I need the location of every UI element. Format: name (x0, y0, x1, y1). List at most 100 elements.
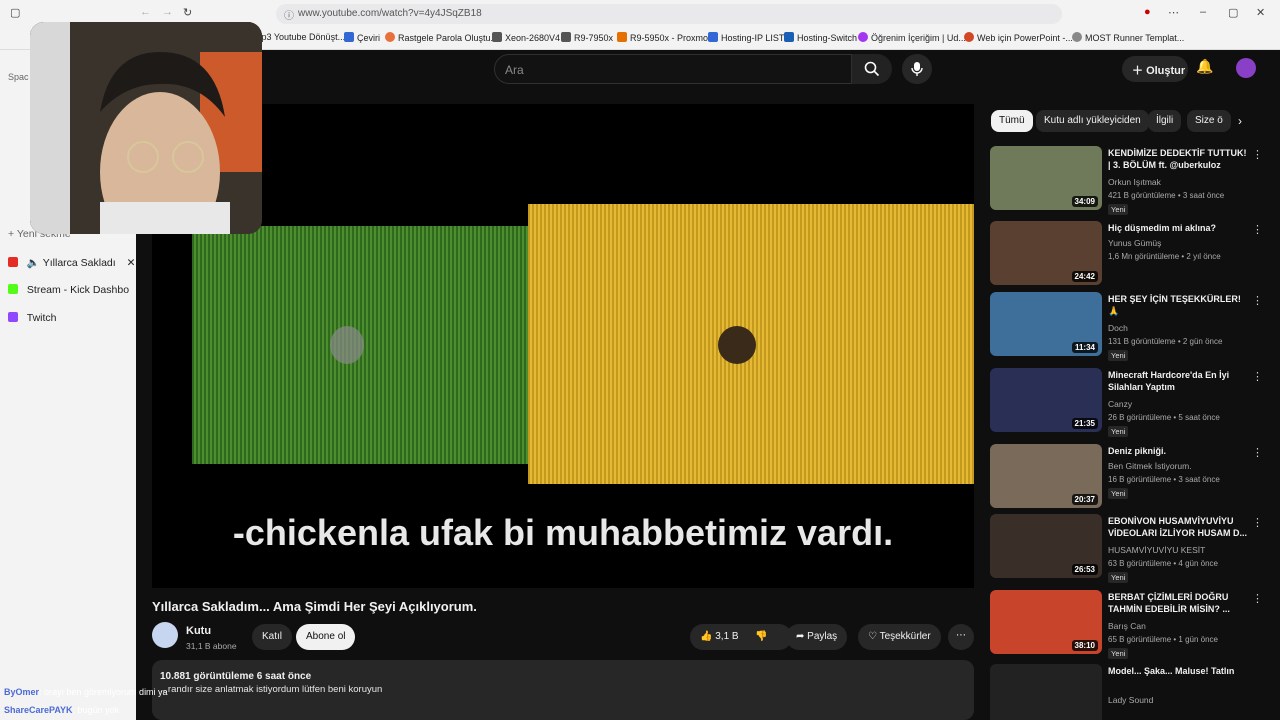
more-menu-icon[interactable]: ⋯ (1168, 6, 1179, 19)
video-frame-blob (718, 326, 756, 364)
new-badge: Yeni (1108, 648, 1129, 659)
join-button[interactable]: Katıl (252, 624, 293, 650)
new-badge: Yeni (1108, 488, 1129, 499)
thanks-button[interactable]: ♡ Teşekkürler (858, 624, 941, 650)
recommendation-item[interactable]: 34:09 KENDİMİZE DEDEKTİF TUTTUK! | 3. BÖ… (990, 146, 1263, 216)
channel-avatar[interactable] (152, 622, 178, 648)
recommendation-title: EBONİVON HUSAMVİYUVİYU VİDEOLARI İZLİYOR… (1108, 516, 1248, 538)
address-bar[interactable]: ⓘ www.youtube.com/watch?v=4y4JSqZB18 (276, 4, 1062, 24)
bookmark-item[interactable]: Öğrenim İçeriğim | Ud... (858, 32, 966, 43)
site-favicon-icon (1072, 32, 1082, 42)
recommendation-meta: 65 B görüntüleme • 1 gün önce (1108, 635, 1218, 644)
video-player[interactable]: -chickenla ufak bi muhabbetimiz vardı. (152, 104, 974, 588)
bookmark-item[interactable]: Web için PowerPoint -... (964, 32, 1073, 43)
recommendation-title: Hiç düşmedim mi aklına? (1108, 223, 1217, 233)
more-actions-button[interactable]: ⋯ (948, 624, 974, 650)
bookmark-item[interactable]: R9-7950x (561, 32, 613, 43)
chips-next-icon[interactable]: › (1238, 114, 1242, 128)
more-icon[interactable]: ⋮ (1252, 148, 1263, 161)
more-icon[interactable]: ⋮ (1252, 294, 1263, 307)
bookmark-item[interactable]: Çeviri (344, 32, 380, 43)
video-title: Yıllarca Sakladım... Ama Şimdi Her Şeyi … (152, 599, 477, 614)
translate-icon (344, 32, 354, 42)
bookmark-item[interactable]: Hosting-Switch (784, 32, 857, 43)
bookmark-item[interactable]: Rastgele Parola Oluştu... (385, 32, 498, 43)
recommendation-channel: Ben Gitmek İstiyorum. (1108, 461, 1192, 471)
refresh-icon[interactable]: ↻ (183, 6, 192, 19)
chip-all[interactable]: Tümü (991, 110, 1033, 132)
chip-for-you[interactable]: Size ö (1187, 110, 1231, 132)
recommendation-item[interactable]: Model... Şaka... Maluse! Tatlın Lady Sou… (990, 664, 1260, 720)
dislike-button[interactable]: 👎 (755, 631, 767, 642)
recommendation-title: Model... Şaka... Maluse! Tatlın (1108, 666, 1235, 676)
thumbs-up-icon: 👍 (700, 631, 716, 642)
window-menu-icon[interactable]: ▢ (10, 6, 20, 19)
more-icon[interactable]: ⋮ (1252, 370, 1263, 383)
new-badge: Yeni (1108, 426, 1129, 437)
bookmark-item[interactable]: Hosting-IP LIST (708, 32, 784, 43)
recommendation-item[interactable]: 11:34 HER ŞEY İÇİN TEŞEKKÜRLER! 🙏 Doch 1… (990, 292, 1263, 362)
subscribe-button[interactable]: Abone ol (296, 624, 356, 650)
bookmark-item[interactable]: MOST Runner Templat... (1072, 32, 1184, 43)
recommendation-meta: 421 B görüntüleme • 3 saat önce (1108, 191, 1225, 200)
notifications-bell-icon[interactable]: 🔔 (1196, 58, 1213, 75)
like-button[interactable]: 👍 3,1 B (700, 631, 739, 642)
chip-from-uploader[interactable]: Kutu adlı yükleyiciden (1036, 110, 1149, 132)
more-icon[interactable]: ⋮ (1252, 223, 1263, 236)
proxmox-icon (617, 32, 627, 42)
more-icon[interactable]: ⋮ (1252, 446, 1263, 459)
recommendation-channel: HUSAMVİYUVİYU KESİT (1108, 545, 1206, 555)
recommendation-channel: Yunus Gümüş (1108, 238, 1162, 248)
bookmark-item[interactable]: R9-5950x - Proxmox (617, 32, 713, 43)
forward-icon[interactable]: → (162, 6, 173, 18)
space-label: Spac (8, 72, 29, 82)
bookmark-item[interactable]: Mp3 Youtube Dönüşt... (254, 32, 345, 42)
tab-kick[interactable]: Stream - Kick Dashbo (8, 284, 129, 302)
video-thumbnail: 38:10 (990, 590, 1102, 654)
description-text: ...randır size anlatmak istiyordum lütfe… (160, 684, 383, 695)
thanks-icon: ♡ (868, 631, 880, 642)
more-icon[interactable]: ⋮ (1252, 592, 1263, 605)
back-icon[interactable]: ← (140, 6, 151, 18)
maximize-icon[interactable]: ▢ (1228, 6, 1238, 19)
bookmark-item[interactable]: Xeon-2680V4 (492, 32, 560, 43)
video-thumbnail: 24:42 (990, 221, 1102, 285)
site-info-icon[interactable]: ⓘ (284, 7, 294, 22)
minimize-icon[interactable]: – (1200, 6, 1206, 18)
recommendation-item[interactable]: 26:53 EBONİVON HUSAMVİYUVİYU VİDEOLARI İ… (990, 514, 1263, 584)
tab-twitch[interactable]: Twitch (8, 312, 57, 330)
channel-name[interactable]: Kutu (186, 625, 211, 637)
close-tab-icon[interactable]: ✕ (127, 257, 136, 269)
recommendation-item[interactable]: 20:37 Deniz pikniği. Ben Gitmek İstiyoru… (990, 444, 1263, 514)
recommendation-item[interactable]: 21:35 Minecraft Hardcore'da En İyi Silah… (990, 368, 1263, 438)
recommendation-channel: Orkun Işıtmak (1108, 177, 1161, 187)
search-input[interactable]: Ara (494, 54, 852, 84)
udemy-icon (858, 32, 868, 42)
recommendation-meta: 16 B görüntüleme • 3 saat önce (1108, 475, 1220, 484)
video-thumbnail (990, 664, 1102, 720)
powerpoint-icon (964, 32, 974, 42)
recommendation-channel: Doch (1108, 323, 1128, 333)
video-thumbnail: 34:09 (990, 146, 1102, 210)
extension-icon[interactable]: ● (1144, 6, 1151, 18)
chip-related[interactable]: İlgili (1148, 110, 1182, 132)
more-icon[interactable]: ⋮ (1252, 516, 1263, 529)
new-badge: Yeni (1108, 204, 1129, 215)
server-icon (492, 32, 502, 42)
search-button[interactable] (852, 54, 892, 84)
like-dislike-group: 👍 3,1 B 👎 (690, 624, 792, 650)
video-thumbnail: 26:53 (990, 514, 1102, 578)
site-favicon-icon (385, 32, 395, 42)
account-avatar[interactable] (1236, 58, 1256, 78)
video-frame-blob (330, 326, 364, 364)
create-button[interactable]: ＋ Oluştur (1122, 56, 1188, 82)
recommendation-meta: 1,6 Mn görüntüleme • 2 yıl önce (1108, 252, 1221, 261)
close-window-icon[interactable]: ✕ (1256, 6, 1265, 19)
share-button[interactable]: ➦ Paylaş (786, 624, 848, 650)
recommendation-item[interactable]: 38:10 BERBAT ÇİZİMLERİ DOĞRU TAHMİN EDEB… (990, 590, 1263, 660)
url-text: www.youtube.com/watch?v=4y4JSqZB18 (298, 8, 482, 19)
streamer-camera-image (30, 22, 262, 234)
tab-youtube[interactable]: 🔈 Yıllarca Sakladı ✕ (8, 256, 135, 274)
recommendation-item[interactable]: 24:42 Hiç düşmedim mi aklına? Yunus Gümü… (990, 221, 1263, 291)
voice-search-button[interactable] (902, 54, 932, 84)
